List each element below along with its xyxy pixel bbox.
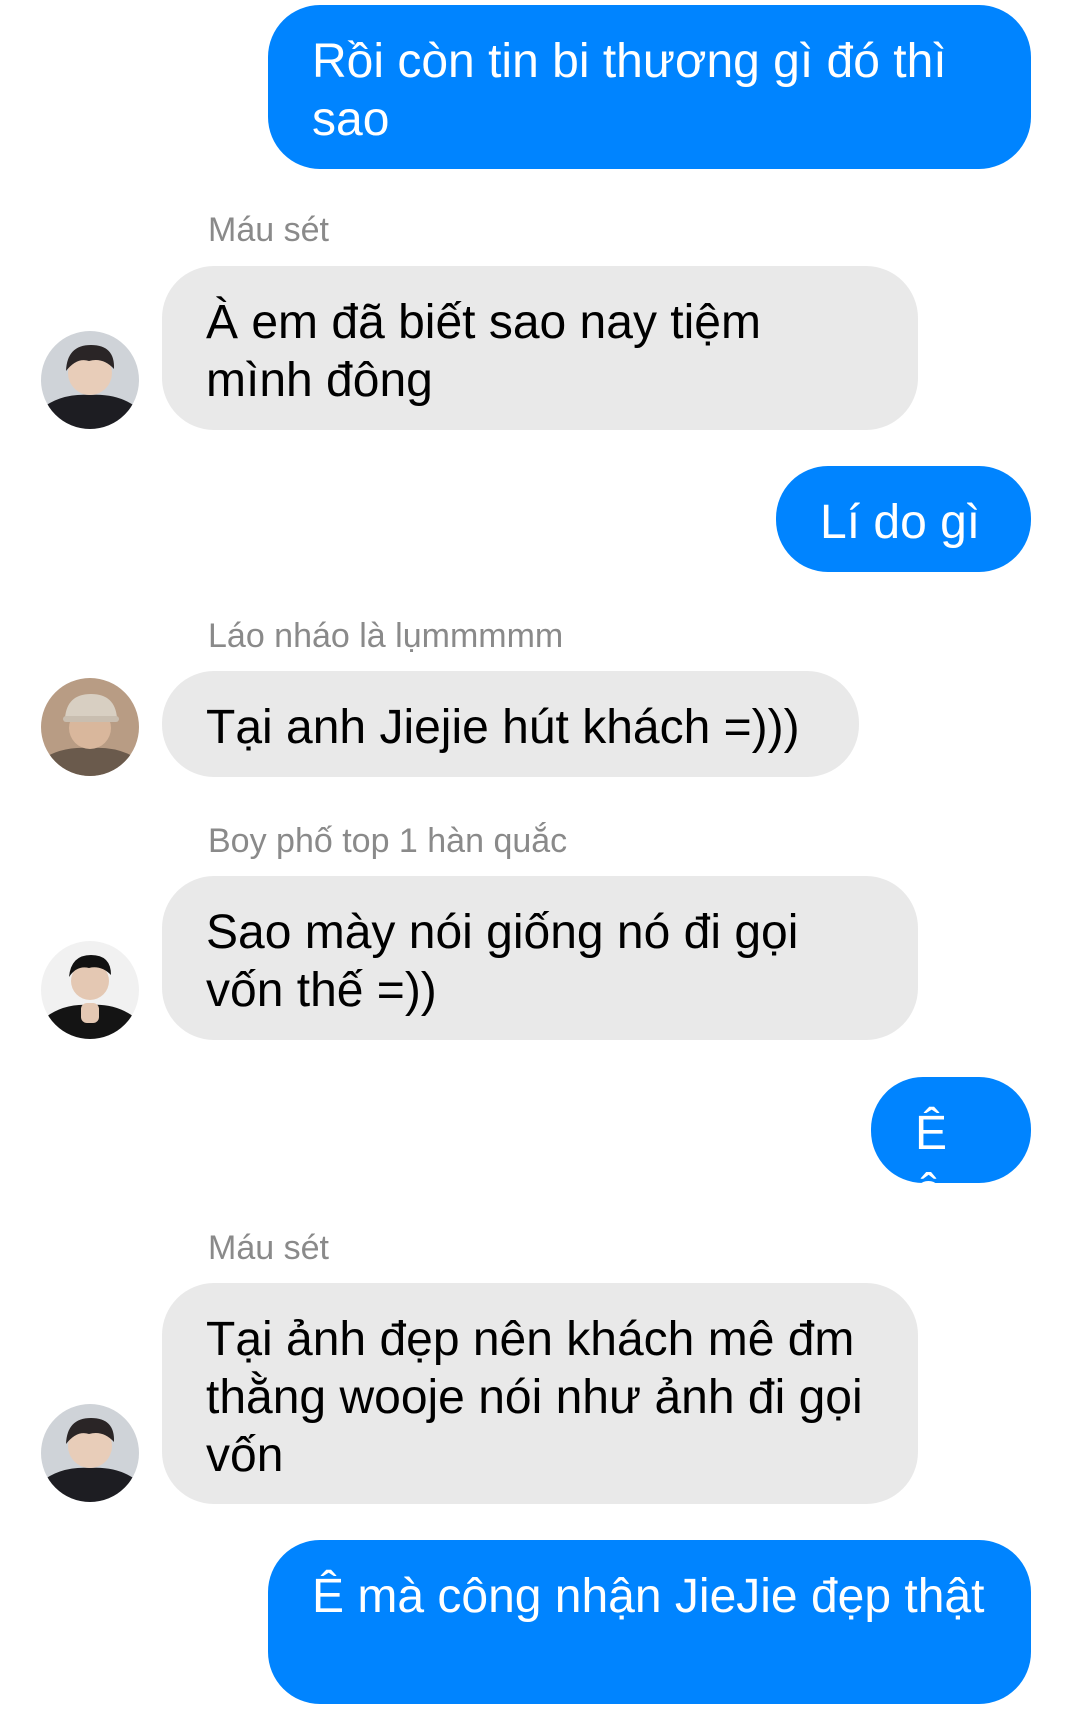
sender-name: Boy phố top 1 hàn quắc bbox=[208, 822, 568, 860]
incoming-message[interactable]: Tại anh Jiejie hút khách =))) bbox=[162, 671, 859, 777]
incoming-message[interactable]: À em đã biết sao nay tiệm mình đông bbox=[162, 266, 918, 430]
message-thread: Rồi còn tin bi thương gì đó thì sao Máu … bbox=[0, 0, 1080, 1714]
sender-name: Máu sét bbox=[208, 211, 329, 249]
outgoing-message[interactable]: Lí do gì bbox=[776, 466, 1031, 572]
sender-name: Láo nháo là lụmmmmm bbox=[208, 617, 564, 655]
incoming-message[interactable]: Tại ảnh đẹp nên khách mê đm thằng wooje … bbox=[162, 1283, 918, 1504]
incoming-message[interactable]: Sao mày nói giống nó đi gọi vốn thế =)) bbox=[162, 876, 918, 1040]
sender-avatar[interactable] bbox=[41, 331, 139, 429]
sender-avatar[interactable] bbox=[41, 941, 139, 1039]
outgoing-message[interactable]: Ê ê bbox=[871, 1077, 1031, 1218]
sender-name: Máu sét bbox=[208, 1229, 329, 1267]
sender-avatar[interactable] bbox=[41, 678, 139, 776]
outgoing-message[interactable]: Rồi còn tin bi thương gì đó thì sao bbox=[268, 5, 1031, 169]
outgoing-message[interactable]: Ê mà công nhận JieJie đẹp thật bbox=[268, 1540, 1031, 1704]
sender-avatar[interactable] bbox=[41, 1404, 139, 1502]
